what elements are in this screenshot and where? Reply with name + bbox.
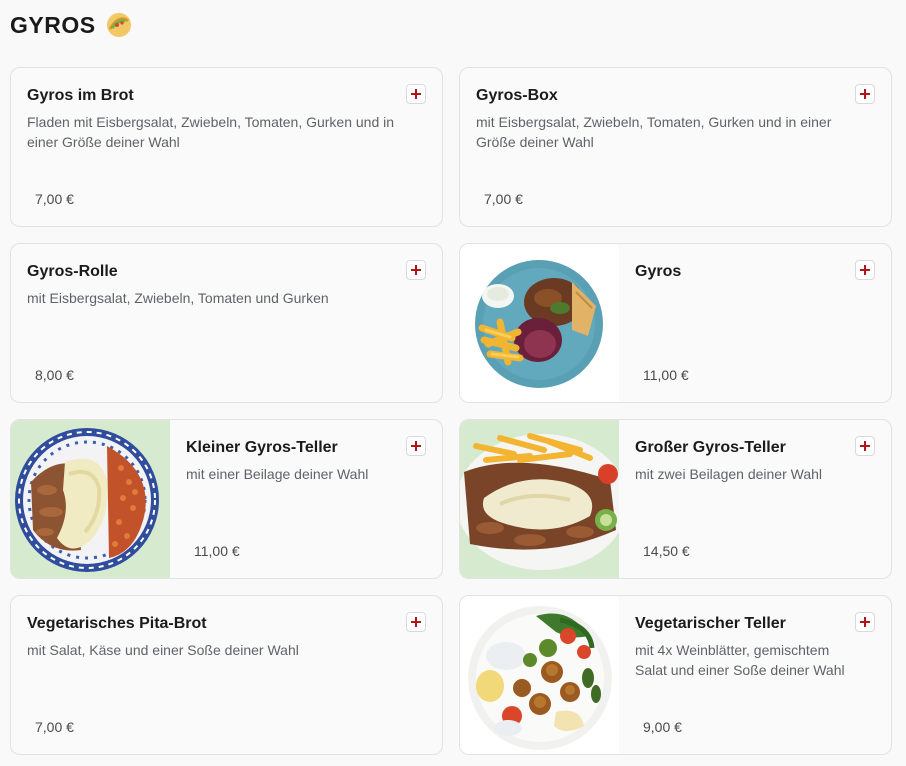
card-body: Kleiner Gyros-Teller mit einer Beilage d…: [170, 420, 442, 578]
add-to-cart-button[interactable]: [855, 84, 875, 104]
item-description: mit Eisbergsalat, Zwiebeln, Tomaten, Gur…: [476, 114, 832, 150]
item-title: Vegetarisches Pita-Brot: [27, 615, 207, 632]
item-price: 9,00 €: [643, 719, 682, 735]
add-to-cart-button[interactable]: [406, 260, 426, 280]
menu-item-card[interactable]: Gyros im Brot Fladen mit Eisbergsalat, Z…: [10, 67, 443, 227]
add-to-cart-button[interactable]: [406, 436, 426, 456]
plus-icon: [411, 265, 421, 275]
plus-icon: [860, 265, 870, 275]
plus-icon: [411, 89, 421, 99]
menu-grid: Gyros im Brot Fladen mit Eisbergsalat, Z…: [10, 67, 892, 755]
item-description: mit einer Beilage deiner Wahl: [186, 466, 369, 482]
card-body: Gyros 11,00 €: [619, 244, 891, 402]
plus-icon: [411, 441, 421, 451]
item-description: mit 4x Weinblätter, gemischtem Salat und…: [635, 642, 845, 678]
section-header: GYROS: [10, 10, 132, 40]
card-body: Gyros-Rolle mit Eisbergsalat, Zwiebeln, …: [11, 244, 442, 402]
menu-item-card[interactable]: Gyros-Box mit Eisbergsalat, Zwiebeln, To…: [459, 67, 892, 227]
vegetarian-plate-photo: [460, 596, 619, 754]
add-to-cart-button[interactable]: [855, 436, 875, 456]
add-to-cart-button[interactable]: [406, 84, 426, 104]
plus-icon: [860, 617, 870, 627]
add-to-cart-button[interactable]: [406, 612, 426, 632]
menu-item-card[interactable]: Großer Gyros-Teller mit zwei Beilagen de…: [459, 419, 892, 579]
card-body: Großer Gyros-Teller mit zwei Beilagen de…: [619, 420, 891, 578]
item-title: Großer Gyros-Teller: [635, 439, 786, 456]
menu-item-card[interactable]: Gyros-Rolle mit Eisbergsalat, Zwiebeln, …: [10, 243, 443, 403]
item-description: Fladen mit Eisbergsalat, Zwiebeln, Tomat…: [27, 114, 395, 150]
item-price: 11,00 €: [194, 543, 240, 559]
menu-item-card[interactable]: Gyros 11,00 €: [459, 243, 892, 403]
menu-item-card[interactable]: Vegetarisches Pita-Brot mit Salat, Käse …: [10, 595, 443, 755]
item-price: 7,00 €: [35, 191, 74, 207]
card-body: Vegetarischer Teller mit 4x Weinblätter,…: [619, 596, 891, 754]
item-price: 8,00 €: [35, 367, 74, 383]
menu-item-card[interactable]: Kleiner Gyros-Teller mit einer Beilage d…: [10, 419, 443, 579]
section-title: GYROS: [10, 11, 96, 38]
item-description: mit zwei Beilagen deiner Wahl: [635, 466, 823, 482]
gyros-plate-photo: [460, 244, 619, 402]
large-gyros-plate-photo: [460, 420, 619, 578]
plus-icon: [411, 617, 421, 627]
item-title: Gyros-Box: [476, 87, 558, 104]
item-price: 11,00 €: [643, 367, 689, 383]
card-body: Gyros im Brot Fladen mit Eisbergsalat, Z…: [11, 68, 442, 226]
item-title: Gyros: [635, 263, 682, 280]
taco-icon: [106, 12, 132, 38]
item-title: Gyros im Brot: [27, 87, 134, 104]
item-title: Vegetarischer Teller: [635, 615, 786, 632]
plus-icon: [860, 441, 870, 451]
add-to-cart-button[interactable]: [855, 260, 875, 280]
card-body: Vegetarisches Pita-Brot mit Salat, Käse …: [11, 596, 442, 754]
plus-icon: [860, 89, 870, 99]
add-to-cart-button[interactable]: [855, 612, 875, 632]
item-description: mit Eisbergsalat, Zwiebeln, Tomaten und …: [27, 290, 329, 306]
menu-item-card[interactable]: Vegetarischer Teller mit 4x Weinblätter,…: [459, 595, 892, 755]
small-gyros-plate-photo: [11, 420, 170, 578]
item-price: 7,00 €: [35, 719, 74, 735]
item-title: Kleiner Gyros-Teller: [186, 439, 338, 456]
item-description: mit Salat, Käse und einer Soße deiner Wa…: [27, 642, 299, 658]
item-price: 7,00 €: [484, 191, 523, 207]
card-body: Gyros-Box mit Eisbergsalat, Zwiebeln, To…: [460, 68, 891, 226]
item-price: 14,50 €: [643, 543, 690, 559]
item-title: Gyros-Rolle: [27, 263, 118, 280]
